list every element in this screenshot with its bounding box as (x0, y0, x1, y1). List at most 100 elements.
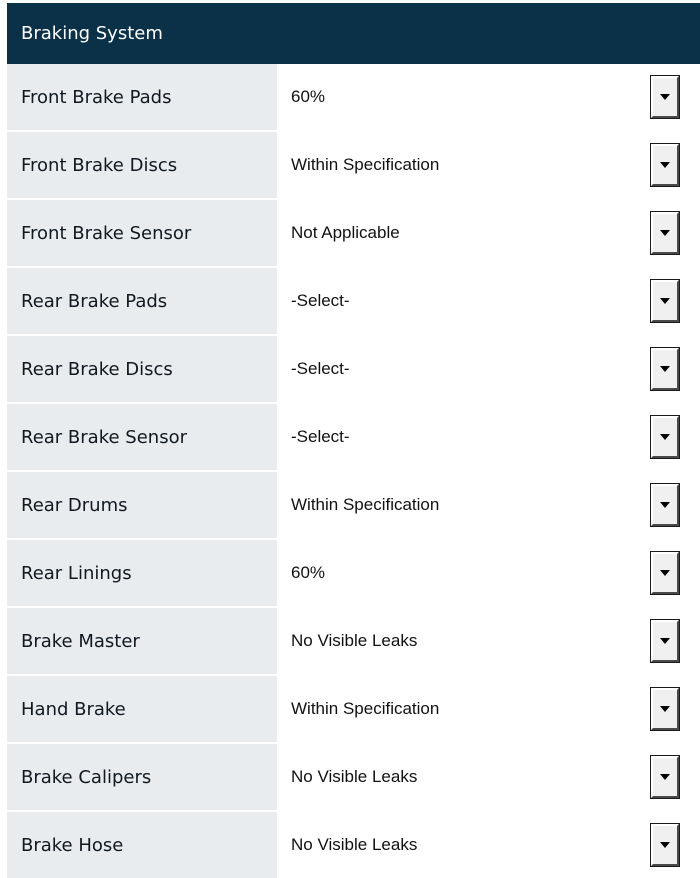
row-label-cell: Brake Calipers (7, 744, 277, 810)
chevron-down-icon (660, 94, 670, 100)
row-value-cell: Within Specification (277, 132, 700, 198)
row-value-cell: -Select- (277, 404, 700, 470)
dropdown-button[interactable] (650, 75, 680, 119)
section-title: Braking System (21, 23, 163, 44)
row-value-cell: -Select- (277, 336, 700, 402)
row-value-cell: Not Applicable (277, 200, 700, 266)
chevron-down-icon (660, 774, 670, 780)
row-label: Brake Hose (21, 834, 124, 856)
chevron-down-icon (660, 162, 670, 168)
row-value-cell: No Visible Leaks (277, 744, 700, 810)
row-label-cell: Rear Brake Pads (7, 268, 277, 334)
row-label: Rear Linings (21, 562, 132, 584)
chevron-down-icon (660, 842, 670, 848)
row-label: Rear Brake Pads (21, 290, 168, 312)
status-select[interactable]: Not Applicable (291, 210, 680, 256)
dropdown-button[interactable] (650, 279, 680, 323)
row-label: Rear Brake Discs (21, 358, 173, 380)
row-label: Rear Brake Sensor (21, 426, 187, 448)
chevron-down-icon (660, 434, 670, 440)
status-select[interactable]: -Select- (291, 346, 680, 392)
row-label-cell: Front Brake Sensor (7, 200, 277, 266)
row-label-cell: Brake Hose (7, 812, 277, 878)
row-label: Front Brake Pads (21, 86, 172, 108)
inspection-row: Rear Brake Discs -Select- (7, 336, 700, 402)
status-select[interactable]: Within Specification (291, 686, 680, 732)
select-value: -Select- (291, 427, 350, 446)
status-select[interactable]: No Visible Leaks (291, 754, 680, 800)
inspection-row: Brake Master No Visible Leaks (7, 608, 700, 674)
chevron-down-icon (660, 230, 670, 236)
row-value-cell: Within Specification (277, 676, 700, 742)
row-value-cell: 60% (277, 540, 700, 606)
inspection-row: Rear Brake Sensor -Select- (7, 404, 700, 470)
braking-system-panel: Braking System Front Brake Pads 60% Fron… (7, 3, 700, 878)
select-value: No Visible Leaks (291, 835, 418, 854)
inspection-row: Front Brake Sensor Not Applicable (7, 200, 700, 266)
dropdown-button[interactable] (650, 143, 680, 187)
dropdown-button[interactable] (650, 483, 680, 527)
row-label: Hand Brake (21, 698, 126, 720)
select-value: No Visible Leaks (291, 767, 418, 786)
dropdown-button[interactable] (650, 415, 680, 459)
chevron-down-icon (660, 570, 670, 576)
row-value-cell: -Select- (277, 268, 700, 334)
row-label-cell: Rear Drums (7, 472, 277, 538)
row-label: Rear Drums (21, 494, 128, 516)
chevron-down-icon (660, 638, 670, 644)
status-select[interactable]: -Select- (291, 278, 680, 324)
select-value: 60% (291, 563, 326, 582)
row-label: Front Brake Sensor (21, 222, 192, 244)
row-value-cell: Within Specification (277, 472, 700, 538)
row-label-cell: Hand Brake (7, 676, 277, 742)
row-value-cell: No Visible Leaks (277, 812, 700, 878)
status-select[interactable]: Within Specification (291, 142, 680, 188)
inspection-row: Brake Hose No Visible Leaks (7, 812, 700, 878)
row-label-cell: Rear Brake Sensor (7, 404, 277, 470)
inspection-row: Rear Brake Pads -Select- (7, 268, 700, 334)
row-label-cell: Front Brake Discs (7, 132, 277, 198)
row-label-cell: Front Brake Pads (7, 64, 277, 130)
status-select[interactable]: No Visible Leaks (291, 618, 680, 664)
dropdown-button[interactable] (650, 687, 680, 731)
select-value: -Select- (291, 359, 350, 378)
dropdown-button[interactable] (650, 551, 680, 595)
select-value: 60% (291, 87, 326, 106)
chevron-down-icon (660, 706, 670, 712)
dropdown-button[interactable] (650, 347, 680, 391)
chevron-down-icon (660, 502, 670, 508)
inspection-rows: Front Brake Pads 60% Front Brake Discs W… (7, 64, 700, 878)
chevron-down-icon (660, 298, 670, 304)
select-value: -Select- (291, 291, 350, 310)
row-value-cell: No Visible Leaks (277, 608, 700, 674)
row-value-cell: 60% (277, 64, 700, 130)
status-select[interactable]: Within Specification (291, 482, 680, 528)
status-select[interactable]: 60% (291, 550, 680, 596)
row-label-cell: Rear Brake Discs (7, 336, 277, 402)
row-label: Brake Master (21, 630, 140, 652)
select-value: No Visible Leaks (291, 631, 418, 650)
inspection-row: Rear Linings 60% (7, 540, 700, 606)
inspection-row: Front Brake Pads 60% (7, 64, 700, 130)
status-select[interactable]: No Visible Leaks (291, 822, 680, 868)
select-value: Not Applicable (291, 223, 400, 242)
dropdown-button[interactable] (650, 823, 680, 867)
inspection-row: Rear Drums Within Specification (7, 472, 700, 538)
dropdown-button[interactable] (650, 755, 680, 799)
row-label: Front Brake Discs (21, 154, 178, 176)
inspection-row: Hand Brake Within Specification (7, 676, 700, 742)
status-select[interactable]: -Select- (291, 414, 680, 460)
row-label-cell: Rear Linings (7, 540, 277, 606)
row-label: Brake Calipers (21, 766, 152, 788)
inspection-row: Front Brake Discs Within Specification (7, 132, 700, 198)
select-value: Within Specification (291, 155, 440, 174)
select-value: Within Specification (291, 495, 440, 514)
section-header: Braking System (7, 3, 700, 64)
select-value: Within Specification (291, 699, 440, 718)
row-label-cell: Brake Master (7, 608, 277, 674)
dropdown-button[interactable] (650, 211, 680, 255)
dropdown-button[interactable] (650, 619, 680, 663)
chevron-down-icon (660, 366, 670, 372)
status-select[interactable]: 60% (291, 74, 680, 120)
inspection-row: Brake Calipers No Visible Leaks (7, 744, 700, 810)
